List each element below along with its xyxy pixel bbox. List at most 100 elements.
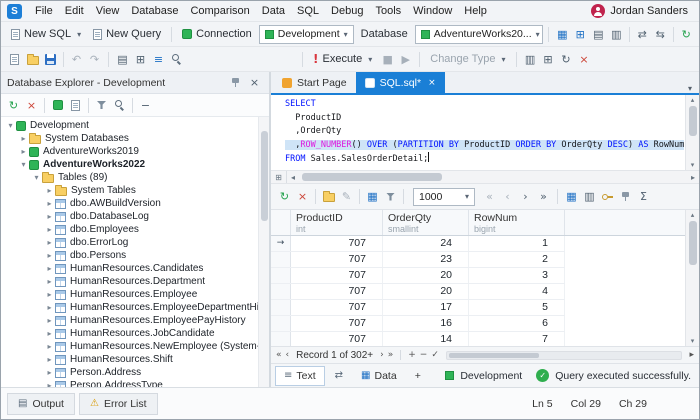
expander-icon[interactable]: ▸ (44, 316, 55, 325)
refresh-icon[interactable]: ↻ (558, 51, 575, 68)
menu-item-help[interactable]: Help (458, 3, 493, 19)
expander-icon[interactable]: ▸ (44, 212, 55, 221)
code-area[interactable]: SELECT ProductID ,OrderQty ,ROW_NUMBER()… (271, 95, 685, 170)
grid-vertical-scrollbar[interactable]: ▴ ▾ (685, 210, 699, 346)
tab-start-page[interactable]: Start Page (273, 72, 356, 93)
new-sql-document-icon[interactable] (6, 51, 23, 68)
tree-item-humanresources-newemployee-system-versioned[interactable]: ▸HumanResources.NewEmployee (System-Vers… (1, 340, 269, 353)
scroll-down-icon[interactable]: ▾ (691, 337, 695, 345)
find-icon[interactable] (168, 51, 185, 68)
cancel-icon[interactable]: × (576, 51, 593, 68)
data-compare-icon[interactable]: ⇆ (652, 26, 669, 43)
scroll-left-icon[interactable]: ◂ (287, 173, 299, 182)
tree-item-adventureworks2019[interactable]: ▸AdventureWorks2019 (1, 145, 269, 158)
filter-icon[interactable] (93, 97, 110, 114)
edit-mode-icon[interactable]: ✎ (338, 188, 355, 205)
expander-icon[interactable]: ▸ (18, 134, 29, 143)
menu-item-edit[interactable]: Edit (59, 3, 90, 19)
scroll-up-icon[interactable]: ▴ (691, 96, 695, 104)
document-outline-icon[interactable]: ▤ (114, 51, 131, 68)
new-sql-button[interactable]: New SQL ▾ (6, 26, 86, 42)
scroll-right-icon[interactable]: ▸ (689, 350, 694, 360)
scrollbar-thumb[interactable] (689, 221, 697, 265)
connection-select[interactable]: Development ▾ (259, 25, 354, 44)
edit-table-data-icon[interactable]: ▦ (554, 26, 571, 43)
editor-vertical-scrollbar[interactable]: ▴ ▾ (685, 95, 699, 170)
tree-item-humanresources-jobcandidate[interactable]: ▸HumanResources.JobCandidate (1, 327, 269, 340)
change-type-button[interactable]: Change Type ▾ (425, 51, 510, 67)
query-builder-icon[interactable]: ⊞ (572, 26, 589, 43)
expander-icon[interactable]: ▸ (44, 186, 55, 195)
expander-icon[interactable]: ▸ (44, 251, 55, 260)
expander-icon[interactable]: ▸ (44, 225, 55, 234)
nav-first-icon[interactable]: « (276, 350, 282, 360)
refresh-icon[interactable]: ↻ (678, 26, 695, 43)
schema-compare-icon[interactable]: ⇄ (634, 26, 651, 43)
menu-item-comparison[interactable]: Comparison (184, 3, 255, 19)
tree-item-humanresources-employeedepartmenthistory[interactable]: ▸HumanResources.EmployeeDepartmentHistor… (1, 301, 269, 314)
nav-last-icon[interactable]: » (388, 350, 394, 360)
menu-item-tools[interactable]: Tools (369, 3, 407, 19)
expander-icon[interactable]: ▸ (44, 368, 55, 377)
table-row[interactable]: 707175 (271, 300, 565, 316)
database-select[interactable]: AdventureWorks20... ▾ (415, 25, 543, 44)
nav-next-icon[interactable]: › (517, 188, 534, 205)
execution-plan-icon[interactable]: ⊞ (540, 51, 557, 68)
menu-item-view[interactable]: View (90, 3, 126, 19)
scrollbar-thumb[interactable] (261, 131, 268, 221)
tab-list-chevron-icon[interactable]: ▾ (681, 84, 699, 93)
tree-item-system-databases[interactable]: ▸System Databases (1, 132, 269, 145)
scrollbar-thumb[interactable] (689, 106, 697, 136)
card-view-icon[interactable]: ▥ (581, 188, 598, 205)
post-changes-icon[interactable]: ✓ (431, 350, 439, 360)
new-query-button[interactable]: New Query (88, 26, 166, 42)
table-row[interactable]: 707232 (271, 252, 565, 268)
table-row[interactable]: →707241 (271, 236, 565, 252)
import-data-icon[interactable]: ▥ (608, 26, 625, 43)
query-profiler-icon[interactable]: ▥ (522, 51, 539, 68)
expander-icon[interactable]: ▸ (18, 147, 29, 156)
insert-row-icon[interactable]: + (408, 350, 416, 360)
grid-view-icon[interactable]: ▦ (563, 188, 580, 205)
menu-item-window[interactable]: Window (407, 3, 458, 19)
scrollbar-thumb[interactable] (302, 173, 442, 181)
menu-item-database[interactable]: Database (125, 3, 184, 19)
expander-icon[interactable]: ▸ (44, 238, 55, 247)
save-icon[interactable] (42, 51, 59, 68)
tree-item-dbo-errorlog[interactable]: ▸dbo.ErrorLog (1, 236, 269, 249)
column-header-rownum[interactable]: RowNumbigint (469, 210, 565, 235)
nav-next-icon[interactable]: › (380, 350, 384, 360)
grid-horizontal-scrollbar[interactable] (446, 351, 683, 360)
code-snippets-icon[interactable]: ⊞ (132, 51, 149, 68)
tab-output[interactable]: ▤ Output (7, 393, 75, 415)
expander-icon[interactable]: ▾ (31, 173, 42, 182)
pin-panel-icon[interactable] (227, 74, 244, 91)
tree-item-humanresources-shift[interactable]: ▸HumanResources.Shift (1, 353, 269, 366)
refresh-icon[interactable]: ↻ (5, 97, 22, 114)
add-tab-button[interactable]: + (407, 366, 429, 386)
menu-item-sql[interactable]: SQL (291, 3, 325, 19)
expander-icon[interactable]: ▾ (18, 160, 29, 169)
debug-icon[interactable]: ▶ (397, 51, 414, 68)
menu-item-file[interactable]: File (29, 3, 59, 19)
tree-item-tables-89[interactable]: ▾Tables (89) (1, 171, 269, 184)
tree-item-dbo-databaselog[interactable]: ▸dbo.DatabaseLog (1, 210, 269, 223)
scrollbar-thumb[interactable] (449, 353, 539, 358)
nav-prev-icon[interactable]: ‹ (499, 188, 516, 205)
expander-icon[interactable]: ▸ (44, 381, 55, 387)
expander-icon[interactable]: ▸ (44, 303, 55, 312)
explorer-scrollbar[interactable] (258, 117, 269, 387)
aggregates-icon[interactable]: Σ (635, 188, 652, 205)
scroll-down-icon[interactable]: ▾ (691, 161, 695, 169)
tab-sql-sql[interactable]: SQL.sql*× (356, 72, 445, 93)
scroll-right-icon[interactable]: ▸ (687, 173, 699, 182)
tree-item-system-tables[interactable]: ▸System Tables (1, 184, 269, 197)
tab-text[interactable]: ≡ Text (275, 366, 325, 386)
tree-item-dbo-persons[interactable]: ▸dbo.Persons (1, 249, 269, 262)
tree-item-humanresources-candidates[interactable]: ▸HumanResources.Candidates (1, 262, 269, 275)
menu-item-debug[interactable]: Debug (325, 3, 369, 19)
tree-item-humanresources-department[interactable]: ▸HumanResources.Department (1, 275, 269, 288)
format-sql-icon[interactable]: ≡ (150, 51, 167, 68)
user-account-button[interactable]: Jordan Sanders (586, 3, 693, 19)
table-row[interactable]: 707204 (271, 284, 565, 300)
